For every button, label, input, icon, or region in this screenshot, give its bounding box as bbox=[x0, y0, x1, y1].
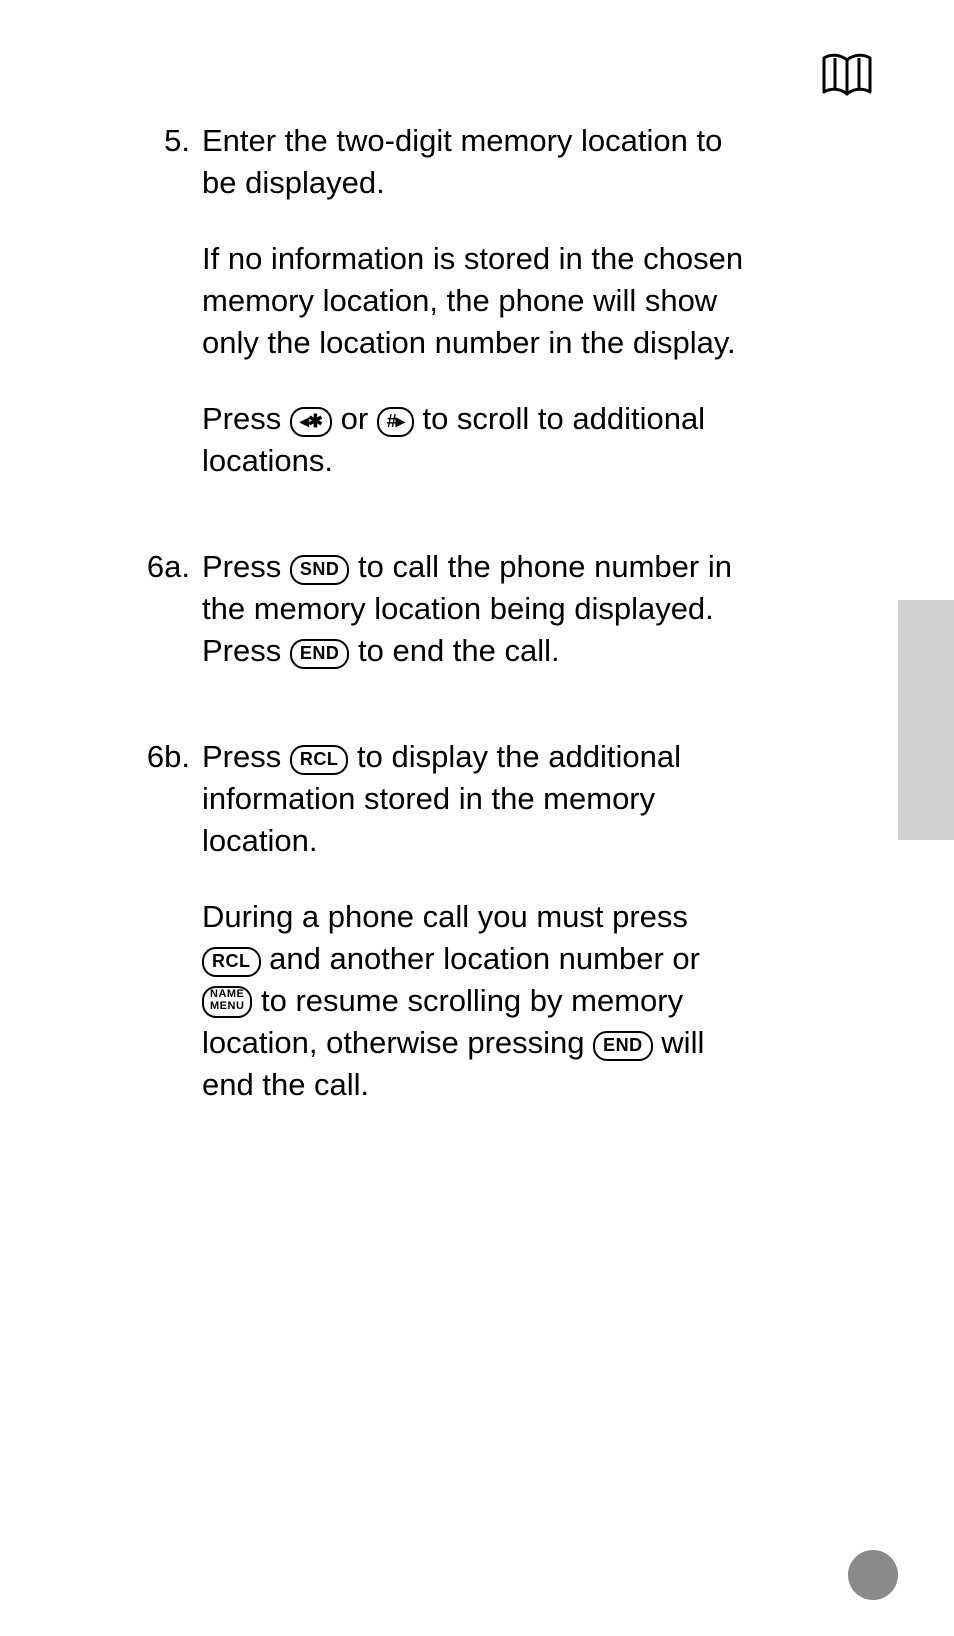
step-6a: 6a. Press SND to call the phone number i… bbox=[110, 546, 750, 672]
text: and another location number or bbox=[269, 941, 700, 976]
key-line: NAME bbox=[210, 988, 244, 1000]
text: During a phone call you must press bbox=[202, 899, 688, 934]
key-hash-arrow-right: #▸ bbox=[377, 407, 414, 437]
text: Press bbox=[202, 739, 290, 774]
step-6b: 6b. Press RCL to display the additional … bbox=[110, 736, 750, 1106]
key-rcl: RCL bbox=[290, 745, 349, 775]
step-5: 5. Enter the two-digit memory location t… bbox=[110, 120, 750, 482]
instruction-list: 5. Enter the two-digit memory location t… bbox=[110, 120, 750, 1170]
text: to end the call. bbox=[358, 633, 560, 668]
step-number: 5. bbox=[110, 120, 202, 162]
key-line: MENU bbox=[210, 1000, 244, 1012]
key-name-menu: NAMEMENU bbox=[202, 986, 252, 1018]
section-tab bbox=[898, 600, 954, 840]
key-end: END bbox=[593, 1031, 653, 1061]
text: or bbox=[341, 401, 377, 436]
key-arrow-left-star: ◂✱ bbox=[290, 407, 332, 437]
text: During a phone call you must press RCL a… bbox=[202, 896, 750, 1106]
text: Enter the two-digit memory location to b… bbox=[202, 120, 750, 204]
text: Press ◂✱ or #▸ to scroll to additional l… bbox=[202, 398, 750, 482]
key-end: END bbox=[290, 639, 350, 669]
manual-page: 5. Enter the two-digit memory location t… bbox=[0, 0, 954, 1636]
page-marker bbox=[848, 1550, 898, 1600]
step-number: 6b. bbox=[110, 736, 202, 778]
step-number: 6a. bbox=[110, 546, 202, 588]
step-body: Press RCL to display the additional info… bbox=[202, 736, 750, 1106]
book-icon bbox=[820, 48, 874, 102]
text: Press bbox=[202, 401, 290, 436]
text: If no information is stored in the chose… bbox=[202, 238, 750, 364]
text: Press RCL to display the additional info… bbox=[202, 736, 750, 862]
key-rcl: RCL bbox=[202, 947, 261, 977]
step-body: Press SND to call the phone number in th… bbox=[202, 546, 750, 672]
text: Press SND to call the phone number in th… bbox=[202, 546, 750, 672]
step-body: Enter the two-digit memory location to b… bbox=[202, 120, 750, 482]
text: Press bbox=[202, 549, 290, 584]
key-snd: SND bbox=[290, 555, 350, 585]
